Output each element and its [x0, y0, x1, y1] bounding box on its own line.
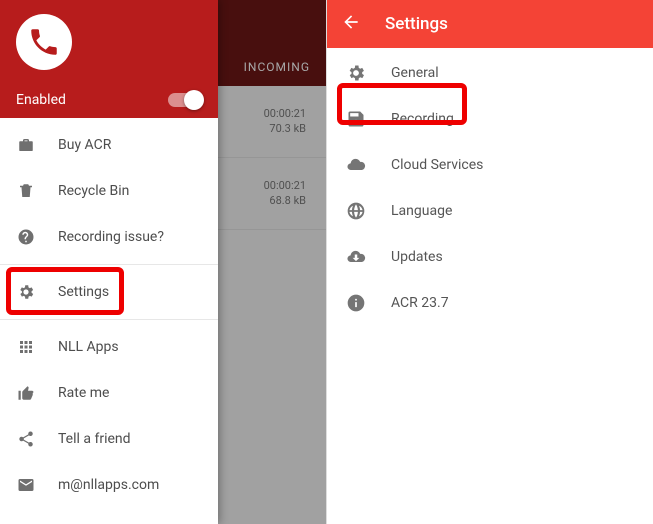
divider	[0, 264, 218, 265]
apps-icon	[16, 337, 36, 357]
settings-item-cloud[interactable]: Cloud Services	[327, 142, 653, 188]
call-duration: 00:00:21	[264, 179, 306, 193]
drawer-item-label: NLL Apps	[58, 339, 119, 355]
drawer-item-label: Tell a friend	[58, 431, 131, 447]
help-icon	[16, 227, 36, 247]
drawer-item-settings[interactable]: Settings	[0, 269, 218, 315]
drawer-item-label: m@nllapps.com	[58, 477, 159, 493]
drawer-item-label: Recording issue?	[58, 229, 164, 245]
settings-item-version[interactable]: ACR 23.7	[327, 280, 653, 326]
settings-item-recording[interactable]: Recording	[327, 96, 653, 142]
drawer-item-rate[interactable]: Rate me	[0, 370, 218, 416]
settings-item-label: ACR 23.7	[391, 295, 449, 311]
gear-icon	[16, 282, 36, 302]
thumb-up-icon	[16, 383, 36, 403]
drawer-item-label: Rate me	[58, 385, 109, 401]
trash-icon	[16, 181, 36, 201]
settings-item-label: Cloud Services	[391, 157, 483, 173]
drawer-item-buy[interactable]: Buy ACR	[0, 122, 218, 168]
settings-item-general[interactable]: General	[327, 50, 653, 96]
share-icon	[16, 429, 36, 449]
drawer-item-email[interactable]: m@nllapps.com	[0, 462, 218, 508]
globe-icon	[345, 200, 367, 222]
call-size: 70.3 kB	[264, 122, 306, 136]
enable-toggle[interactable]	[168, 93, 202, 107]
settings-item-label: Language	[391, 203, 452, 219]
save-icon	[345, 108, 367, 130]
cloud-icon	[345, 154, 367, 176]
drawer-item-recycle[interactable]: Recycle Bin	[0, 168, 218, 214]
cloud-download-icon	[345, 246, 367, 268]
settings-item-updates[interactable]: Updates	[327, 234, 653, 280]
settings-item-language[interactable]: Language	[327, 188, 653, 234]
screenshot-drawer: INCOMING 00:00:21 70.3 kB 00:00:21 68.8 …	[0, 0, 326, 524]
settings-item-label: General	[391, 65, 439, 81]
settings-appbar: Settings	[327, 0, 653, 48]
info-icon	[345, 292, 367, 314]
drawer-item-label: Recycle Bin	[58, 183, 129, 199]
gear-icon	[345, 62, 367, 84]
enabled-label: Enabled	[16, 92, 66, 108]
app-logo	[16, 14, 72, 70]
settings-item-label: Updates	[391, 249, 443, 265]
drawer-item-nllapps[interactable]: NLL Apps	[0, 324, 218, 370]
settings-title: Settings	[385, 14, 448, 34]
briefcase-icon	[16, 135, 36, 155]
screenshot-settings: Settings General Recording Cloud Service…	[326, 0, 653, 524]
mail-icon	[16, 475, 36, 495]
drawer-item-issue[interactable]: Recording issue?	[0, 214, 218, 260]
call-duration: 00:00:21	[264, 107, 306, 121]
navigation-drawer: Enabled Buy ACR Recycle Bin Recording is…	[0, 0, 218, 524]
drawer-item-label: Buy ACR	[58, 137, 111, 153]
divider	[0, 319, 218, 320]
drawer-item-label: Settings	[58, 284, 109, 300]
drawer-header: Enabled	[0, 0, 218, 118]
drawer-item-share[interactable]: Tell a friend	[0, 416, 218, 462]
back-button[interactable]	[341, 12, 361, 37]
call-size: 68.8 kB	[264, 194, 306, 208]
settings-item-label: Recording	[391, 111, 454, 127]
